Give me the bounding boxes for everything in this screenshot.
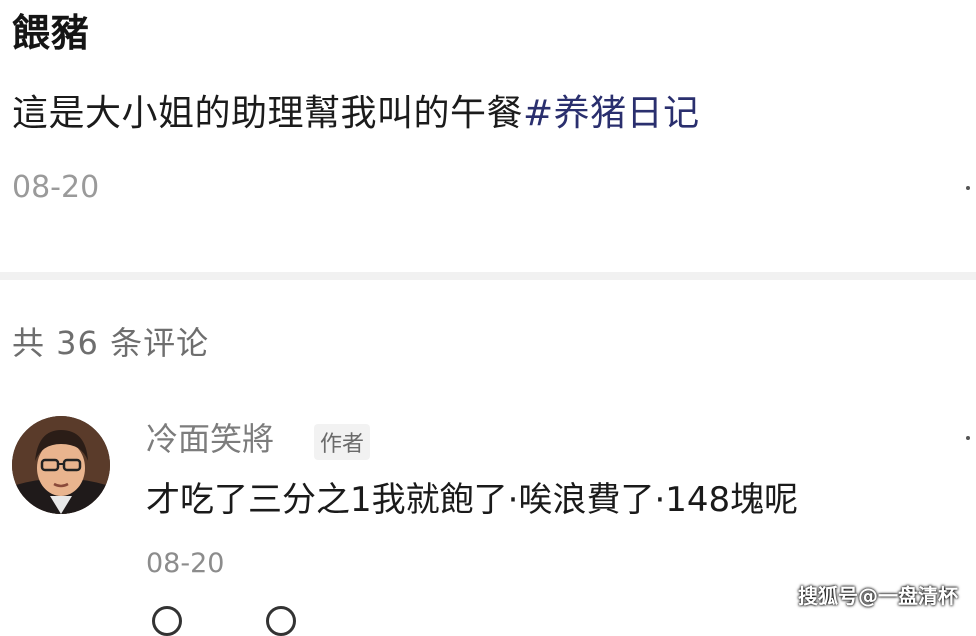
avatar[interactable] — [12, 416, 110, 514]
heart-icon[interactable] — [152, 606, 182, 636]
more-dots-icon[interactable] — [966, 186, 970, 190]
post-card: 餵豬 這是大小姐的助理幫我叫的午餐#养猪日记 08-20 — [0, 0, 976, 272]
author-badge: 作者 — [314, 424, 371, 460]
person-avatar-icon — [12, 416, 110, 514]
section-divider — [0, 272, 976, 280]
post-title: 餵豬 — [12, 11, 91, 55]
watermark: 搜狐号@一盘清杯 — [798, 584, 958, 608]
post-date: 08-20 — [12, 170, 100, 205]
post-body: 這是大小姐的助理幫我叫的午餐#养猪日记 — [12, 84, 700, 136]
comment-bubble-icon[interactable] — [266, 606, 296, 636]
more-dots-icon[interactable] — [966, 436, 970, 440]
comment-date: 08-20 — [146, 548, 225, 579]
comment-text: 才吃了三分之1我就飽了·唉浪費了·148塊呢 — [146, 480, 799, 520]
hashtag-link[interactable]: #养猪日记 — [523, 93, 700, 134]
comment-author[interactable]: 冷面笑將 — [146, 414, 274, 460]
post-body-text: 這是大小姐的助理幫我叫的午餐 — [12, 93, 524, 134]
comment-count: 共 36 条评论 — [12, 324, 210, 362]
